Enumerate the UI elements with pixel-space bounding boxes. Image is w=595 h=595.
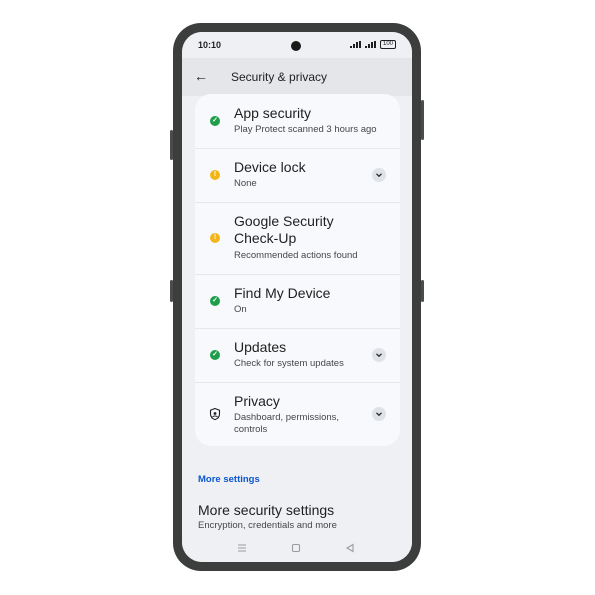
- list-item-security-checkup[interactable]: ! Google Security Check-Up Recommended a…: [195, 202, 400, 275]
- status-bar: 10:10 100: [182, 32, 412, 58]
- volume-button: [170, 130, 173, 160]
- system-icons: 100: [349, 40, 396, 49]
- signal-icon-2: [364, 41, 376, 48]
- more-settings-title: More security settings: [198, 502, 335, 518]
- hinge-left: [170, 280, 173, 302]
- home-square-icon[interactable]: [289, 541, 303, 555]
- page-title: Security & privacy: [231, 70, 328, 84]
- power-button: [421, 100, 424, 140]
- list-item-device-lock[interactable]: ! Device lock None: [195, 148, 400, 203]
- chevron-down-icon[interactable]: [372, 348, 386, 362]
- item-title: Find My Device: [234, 285, 331, 301]
- status-time: 10:10: [198, 40, 222, 50]
- check-icon: ✓: [210, 350, 220, 360]
- more-settings-subtitle: Encryption, credentials and more: [198, 520, 337, 531]
- item-title: Privacy: [234, 393, 280, 409]
- check-icon: ✓: [210, 116, 220, 126]
- item-subtitle: Recommended actions found: [234, 250, 358, 261]
- section-header-more-settings: More settings: [198, 474, 260, 485]
- phone-screen: 10:10 100 ← Security & privacy ✓ App sec…: [182, 32, 412, 562]
- back-arrow-icon[interactable]: ←: [194, 68, 208, 84]
- warning-icon: !: [210, 233, 220, 243]
- list-item-app-security[interactable]: ✓ App security Play Protect scanned 3 ho…: [195, 94, 400, 149]
- signal-icon: [349, 41, 361, 48]
- app-bar: ← Security & privacy: [182, 58, 412, 96]
- item-subtitle: Check for system updates: [234, 358, 344, 369]
- list-item-updates[interactable]: ✓ Updates Check for system updates: [195, 328, 400, 383]
- back-triangle-icon[interactable]: [343, 541, 357, 555]
- privacy-shield-icon: [209, 407, 221, 421]
- battery-icon: 100: [379, 40, 396, 49]
- check-icon: ✓: [210, 296, 220, 306]
- chevron-down-icon[interactable]: [372, 407, 386, 421]
- warning-icon: !: [210, 170, 220, 180]
- navigation-bar: [182, 535, 412, 562]
- list-item-find-my-device[interactable]: ✓ Find My Device On: [195, 274, 400, 329]
- item-subtitle: On: [234, 304, 247, 315]
- item-subtitle: Play Protect scanned 3 hours ago: [234, 124, 377, 135]
- item-title: Device lock: [234, 159, 306, 175]
- item-title: App security: [234, 105, 312, 121]
- item-subtitle: None: [234, 178, 257, 189]
- item-title: Google Security Check-Up: [234, 213, 334, 246]
- security-list-card: ✓ App security Play Protect scanned 3 ho…: [195, 94, 400, 446]
- hinge-right: [421, 280, 424, 302]
- item-subtitle: Dashboard, permissions, controls: [234, 412, 340, 435]
- front-camera: [291, 41, 301, 51]
- item-title: Updates: [234, 339, 287, 355]
- recents-menu-icon[interactable]: [235, 541, 249, 555]
- chevron-down-icon[interactable]: [372, 168, 386, 182]
- more-security-settings[interactable]: More security settings Encryption, crede…: [198, 502, 398, 532]
- list-item-privacy[interactable]: Privacy Dashboard, permissions, controls: [195, 382, 400, 446]
